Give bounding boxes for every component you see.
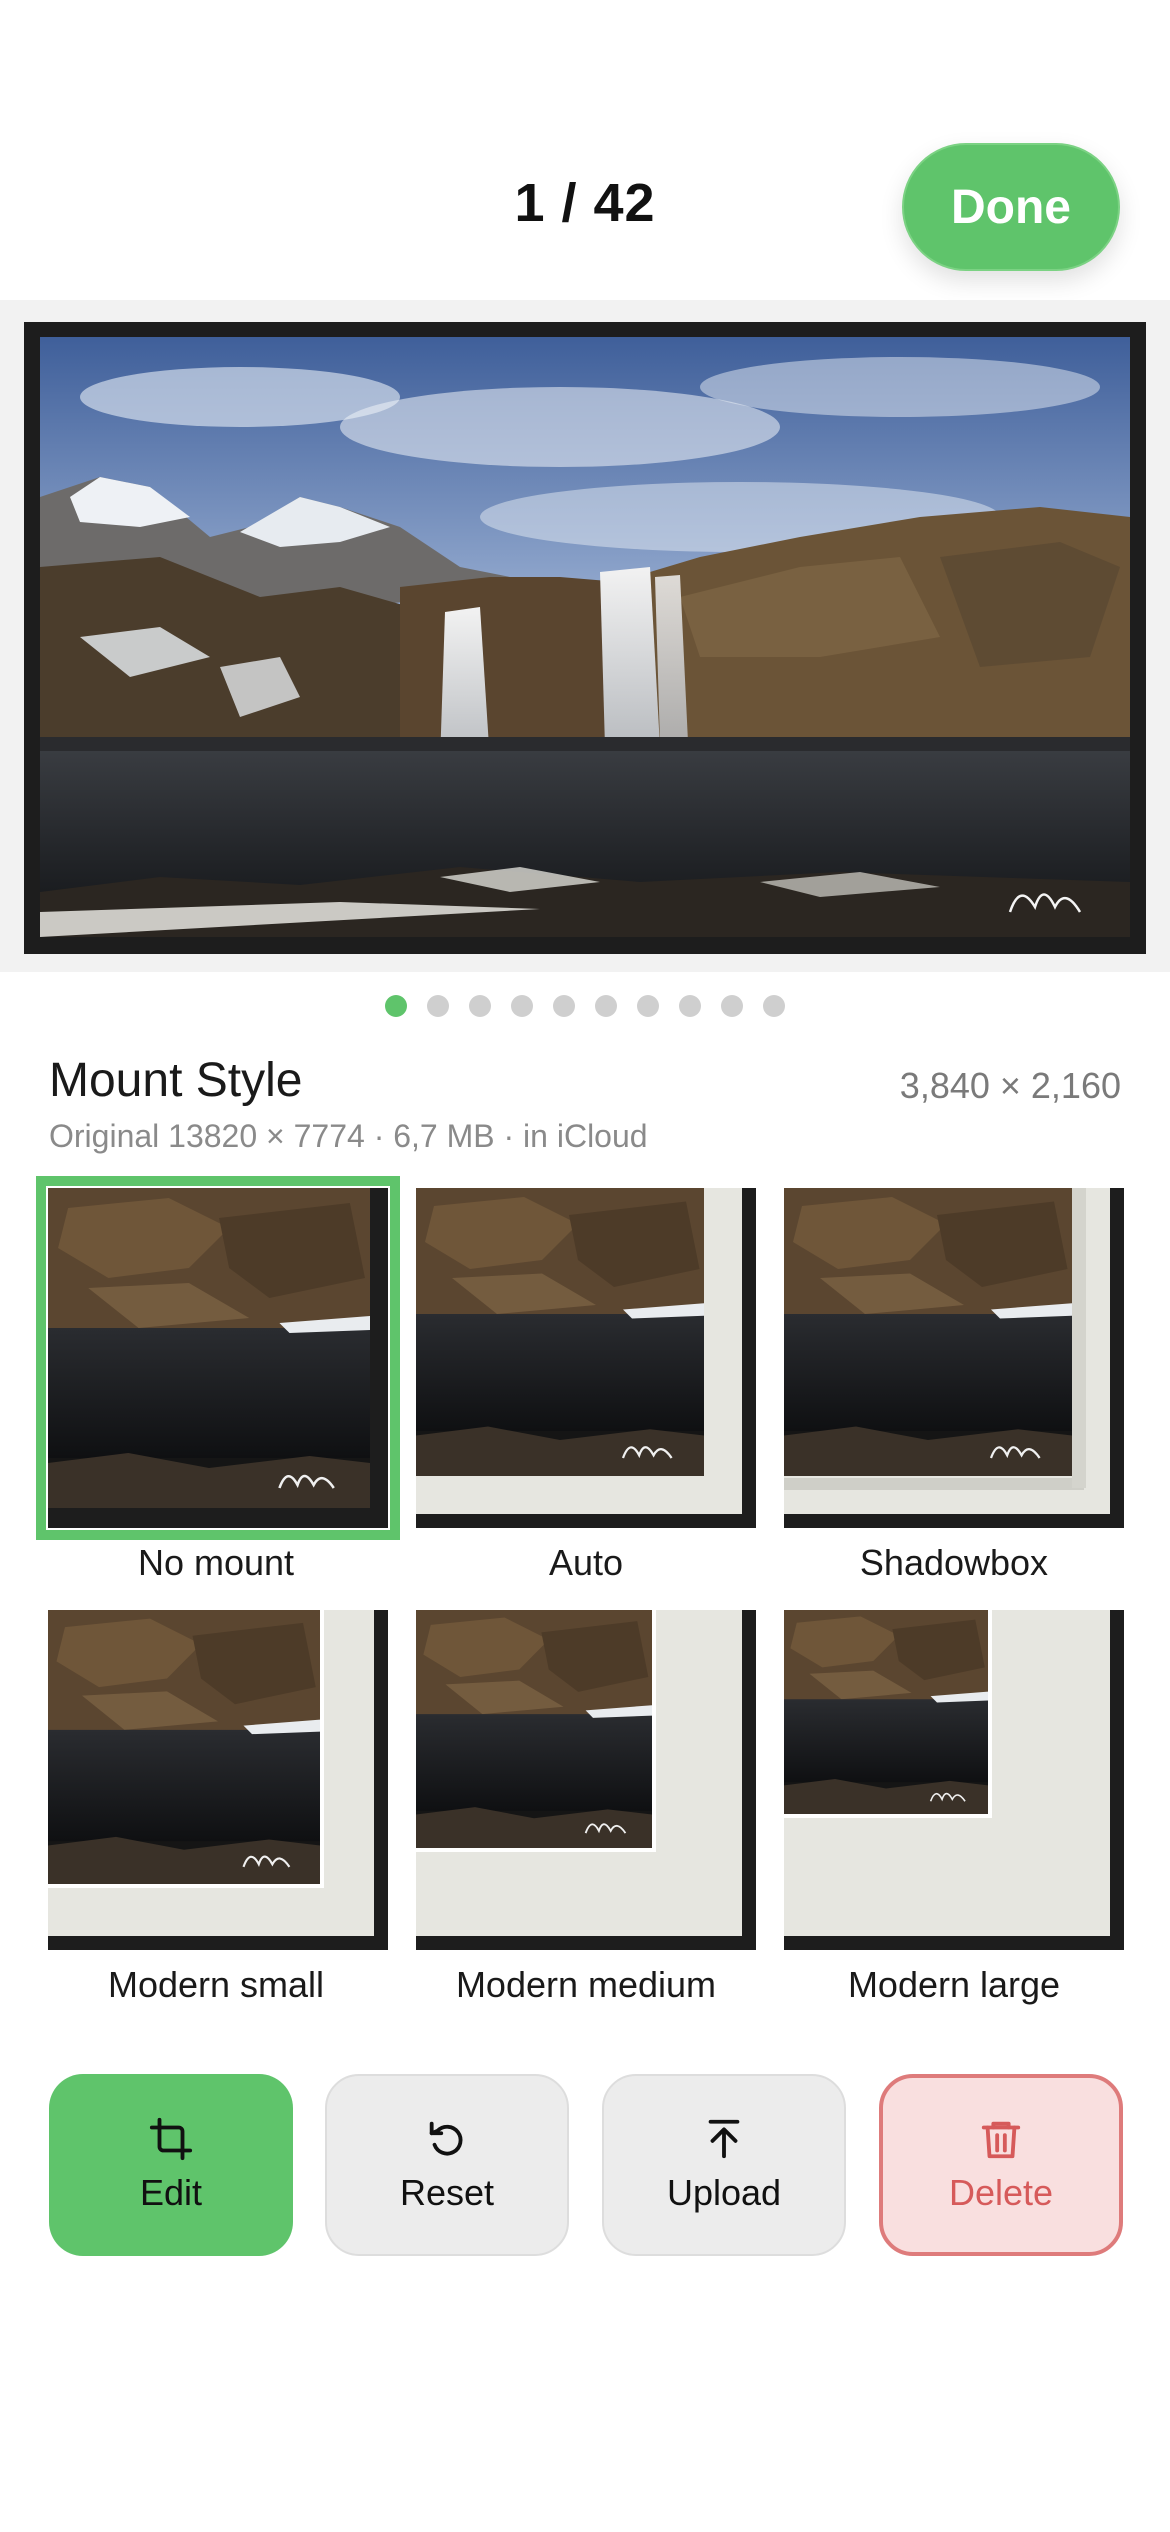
modern-small-thumbnail [48, 1610, 388, 1950]
upload-label: Upload [666, 2172, 782, 2213]
mount-option-no-mount[interactable] [36, 1176, 400, 1540]
shadowbox-mount-thumbnail [784, 1188, 1124, 1528]
page-dot[interactable] [553, 995, 575, 1017]
reset-button[interactable]: Reset [325, 2074, 569, 2256]
mount-option-modern-medium[interactable] [416, 1610, 756, 1950]
delete-label: Delete [948, 2172, 1054, 2213]
page-dot[interactable] [637, 995, 659, 1017]
rotate-ccw-icon [429, 2121, 463, 2156]
page-dot[interactable] [763, 995, 785, 1017]
resolution-label: 3,840 × 2,160 [899, 1065, 1121, 1106]
edit-button[interactable]: Edit [49, 2074, 293, 2256]
top-bar: 1 / 42 Done [0, 0, 1170, 300]
mount-label-modern-medium: Modern medium [455, 1964, 717, 2005]
page-dot[interactable] [595, 995, 617, 1017]
crop-icon [149, 2117, 193, 2161]
mount-label-auto: Auto [548, 1542, 624, 1583]
mount-option-auto[interactable] [416, 1188, 756, 1528]
reset-label: Reset [399, 2172, 495, 2213]
waterfall-photo[interactable] [40, 337, 1130, 937]
page-dot[interactable] [469, 995, 491, 1017]
modern-medium-thumbnail [416, 1610, 756, 1950]
mount-label-no-mount: No mount [137, 1542, 295, 1583]
mount-label-modern-small: Modern small [107, 1964, 325, 2005]
mount-style-title: Mount Style [49, 1054, 303, 1107]
mount-label-modern-large: Modern large [847, 1964, 1061, 2005]
mount-option-shadowbox[interactable] [784, 1188, 1124, 1528]
page-dot[interactable] [679, 995, 701, 1017]
page-dot-active[interactable] [385, 995, 407, 1017]
modern-large-thumbnail [784, 1610, 1124, 1950]
page-dot[interactable] [511, 995, 533, 1017]
mount-option-modern-large[interactable] [784, 1610, 1124, 1950]
original-file-info: Original 13820 × 7774 · 6,7 MB · in iClo… [49, 1118, 648, 1154]
no-mount-thumbnail [48, 1188, 388, 1528]
upload-arrow-icon [708, 2119, 740, 2159]
trash-icon [981, 2121, 1021, 2159]
upload-button[interactable]: Upload [602, 2074, 846, 2256]
mount-label-shadowbox: Shadowbox [859, 1542, 1049, 1583]
auto-mount-thumbnail [416, 1188, 756, 1528]
delete-button[interactable]: Delete [879, 2074, 1123, 2256]
done-button[interactable]: Done [902, 143, 1120, 271]
page-dot[interactable] [721, 995, 743, 1017]
edit-label: Edit [139, 2172, 203, 2213]
page-dot[interactable] [427, 995, 449, 1017]
page-indicator[interactable] [0, 995, 1170, 1019]
mount-option-modern-small[interactable] [48, 1610, 388, 1950]
